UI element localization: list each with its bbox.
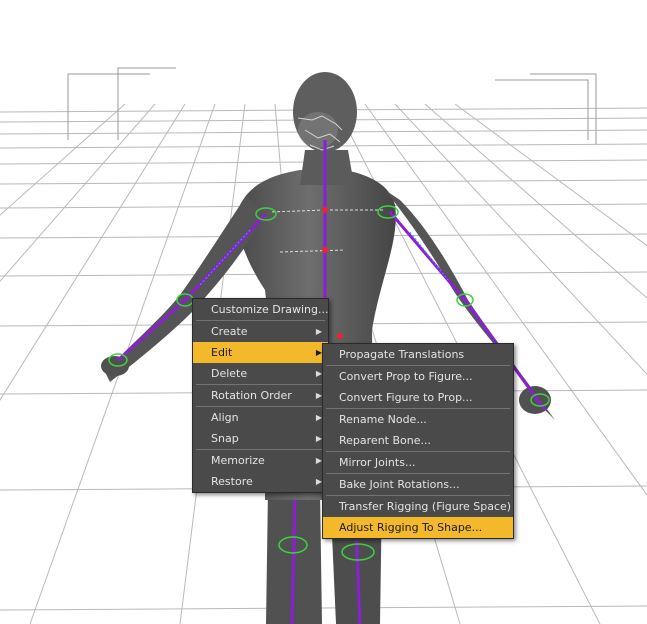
menu-item-label: Customize Drawing...: [211, 303, 329, 316]
menu-item-label: Reparent Bone...: [339, 434, 431, 447]
menu-item-restore[interactable]: Restore ▶: [193, 471, 328, 492]
menu-item-label: Restore: [211, 475, 253, 488]
menu-item-label: Memorize: [211, 454, 265, 467]
menu-item-label: Propagate Translations: [339, 348, 465, 361]
menu-item-label: Snap: [211, 432, 239, 445]
menu-item-transfer-rigging[interactable]: Transfer Rigging (Figure Space): [323, 496, 513, 517]
menu-item-delete[interactable]: Delete ▶: [193, 363, 328, 384]
menu-item-label: Create: [211, 325, 248, 338]
menu-item-rename-node[interactable]: Rename Node...: [323, 409, 513, 430]
menu-item-label: Delete: [211, 367, 248, 380]
menu-item-reparent-bone[interactable]: Reparent Bone...: [323, 430, 513, 451]
menu-item-label: Edit: [211, 346, 233, 359]
menu-item-label: Transfer Rigging (Figure Space): [339, 500, 512, 513]
menu-item-snap[interactable]: Snap ▶: [193, 428, 328, 449]
menu-item-label: Convert Prop to Figure...: [339, 370, 473, 383]
menu-item-propagate-translations[interactable]: Propagate Translations: [323, 344, 513, 365]
context-menu: Customize Drawing... Create ▶ Edit ▶ Del…: [192, 298, 329, 493]
menu-item-convert-figure-to-prop[interactable]: Convert Figure to Prop...: [323, 387, 513, 408]
menu-item-label: Mirror Joints...: [339, 456, 416, 469]
menu-item-memorize[interactable]: Memorize ▶: [193, 450, 328, 471]
edit-submenu: Propagate Translations Convert Prop to F…: [322, 343, 514, 539]
menu-item-create[interactable]: Create ▶: [193, 321, 328, 342]
menu-item-align[interactable]: Align ▶: [193, 407, 328, 428]
menu-item-label: Adjust Rigging To Shape...: [339, 521, 483, 534]
menu-item-label: Rename Node...: [339, 413, 427, 426]
menu-item-customize-drawing[interactable]: Customize Drawing...: [193, 299, 328, 320]
menu-item-adjust-rigging-to-shape[interactable]: Adjust Rigging To Shape...: [323, 517, 513, 538]
menu-item-label: Align: [211, 411, 239, 424]
menu-item-mirror-joints[interactable]: Mirror Joints...: [323, 452, 513, 473]
menu-item-label: Convert Figure to Prop...: [339, 391, 473, 404]
menu-item-bake-joint-rotations[interactable]: Bake Joint Rotations...: [323, 474, 513, 495]
menu-item-label: Bake Joint Rotations...: [339, 478, 460, 491]
menu-item-convert-prop-to-figure[interactable]: Convert Prop to Figure...: [323, 366, 513, 387]
submenu-arrow-icon: ▶: [315, 327, 322, 336]
menu-item-rotation-order[interactable]: Rotation Order ▶: [193, 385, 328, 406]
menu-item-edit[interactable]: Edit ▶: [193, 342, 328, 363]
menu-item-label: Rotation Order: [211, 389, 292, 402]
